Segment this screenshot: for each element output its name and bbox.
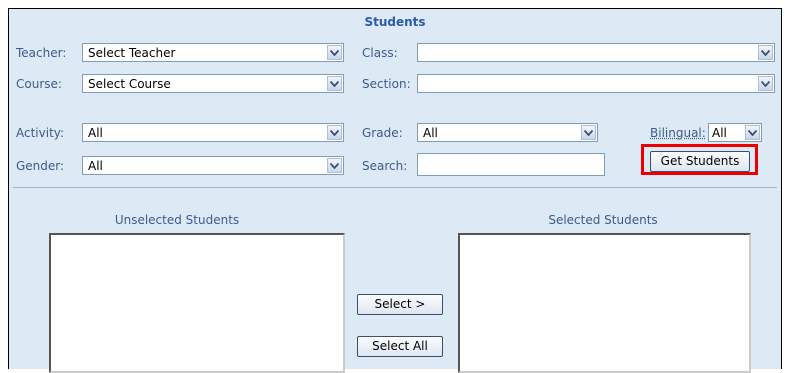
activity-label: Activity: [16, 126, 64, 140]
chevron-down-icon[interactable] [327, 125, 342, 140]
course-label: Course: [16, 77, 62, 91]
gender-select[interactable]: All [82, 156, 344, 175]
bilingual-label: Bilingual: [650, 126, 706, 140]
gender-label: Gender: [16, 159, 64, 173]
search-input[interactable] [417, 153, 605, 176]
activity-select[interactable]: All [82, 123, 344, 142]
class-select[interactable] [417, 43, 775, 62]
chevron-down-icon[interactable] [758, 45, 773, 60]
search-label: Search: [362, 159, 407, 173]
selected-students-list[interactable] [458, 233, 751, 373]
bilingual-select-value: All [712, 126, 727, 140]
chevron-down-icon[interactable] [581, 125, 596, 140]
chevron-down-icon[interactable] [758, 76, 773, 91]
grade-label: Grade: [362, 126, 403, 140]
chevron-down-icon[interactable] [327, 45, 342, 60]
teacher-label: Teacher: [16, 46, 66, 60]
grade-select[interactable]: All [417, 123, 598, 142]
panel-title: Students [9, 15, 781, 29]
class-label: Class: [362, 46, 398, 60]
divider [13, 187, 777, 188]
unselected-students-list[interactable] [49, 233, 345, 373]
course-select[interactable]: Select Course [82, 74, 344, 93]
course-select-value: Select Course [88, 77, 171, 91]
chevron-down-icon[interactable] [745, 125, 760, 140]
section-select[interactable] [417, 74, 775, 93]
selected-students-title: Selected Students [458, 213, 748, 227]
teacher-select[interactable]: Select Teacher [82, 43, 344, 62]
highlight-box [641, 144, 758, 175]
select-button[interactable]: Select > [357, 294, 443, 315]
bilingual-select[interactable]: All [708, 123, 762, 142]
activity-select-value: All [88, 126, 103, 140]
section-label: Section: [362, 77, 411, 91]
unselected-students-title: Unselected Students [9, 213, 345, 227]
grade-select-value: All [423, 126, 438, 140]
students-panel: Students Teacher: Select Teacher Class: … [8, 8, 782, 369]
teacher-select-value: Select Teacher [88, 46, 175, 60]
chevron-down-icon[interactable] [327, 76, 342, 91]
chevron-down-icon[interactable] [327, 158, 342, 173]
select-all-button[interactable]: Select All [357, 336, 443, 357]
gender-select-value: All [88, 159, 103, 173]
